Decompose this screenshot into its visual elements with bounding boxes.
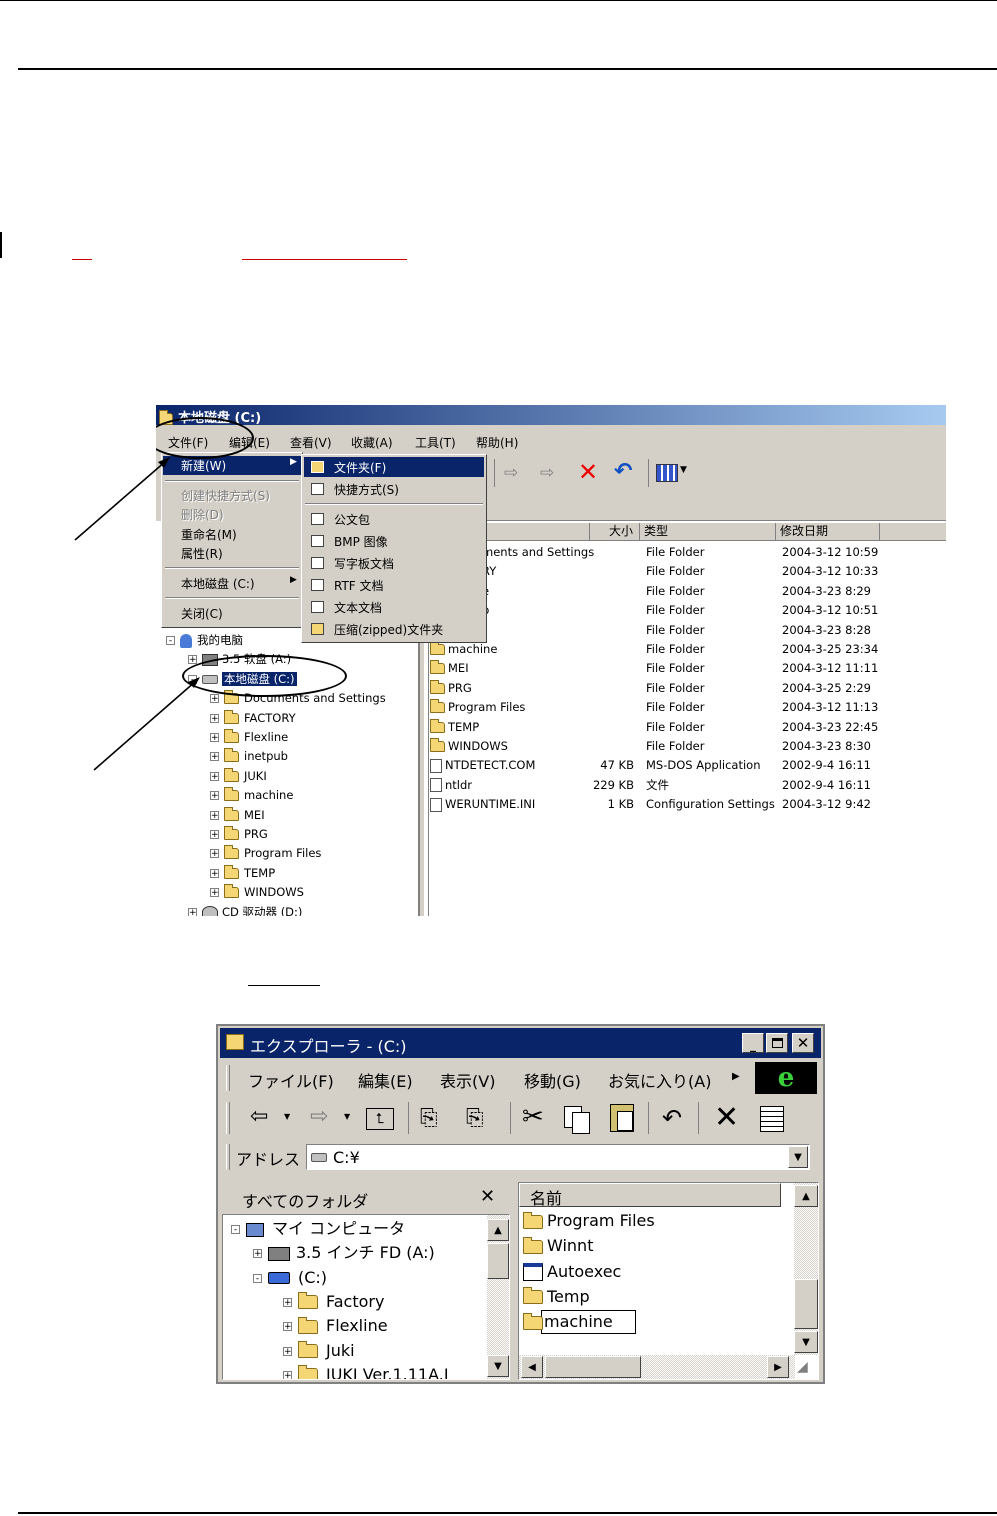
list-vscrollbar[interactable]: ▲ ▼ [794,1183,818,1355]
scroll-right-button[interactable]: ▶ [767,1356,789,1378]
scroll-up-button[interactable]: ▲ [487,1219,509,1241]
paste-icon[interactable] [610,1104,634,1132]
minimize-button[interactable]: _ [742,1033,764,1053]
toolbar: ⇦ ▼ ⇨ ▼ ⮤ ⎘ ⎘ ✂ ↶ ✕ [220,1096,821,1140]
list-header-name[interactable]: 名前 [519,1183,781,1208]
window-title: エクスプローラ - (C:) [250,1037,407,1056]
properties-icon[interactable] [760,1106,784,1132]
delete-icon[interactable]: ✕ [714,1100,739,1135]
title-bar: エクスプローラ - (C:) _ ✕ [220,1028,821,1058]
list-item[interactable]: machine [523,1310,636,1335]
folders-pane: すべてのフォルダ ✕ - マイ コンピュータ +3.5 インチ FD (A:) - (C… [222,1182,510,1380]
folder-icon [298,1365,318,1379]
tree-label: Factory [326,1291,385,1311]
collapse-icon[interactable]: - [231,1225,240,1235]
expand-icon[interactable]: + [283,1297,292,1307]
file-name: Temp [547,1286,590,1306]
file-name: Program Files [547,1211,655,1230]
rename-input[interactable]: machine [541,1310,636,1335]
tree-folder[interactable]: + Flexline [283,1314,388,1338]
scroll-left-button[interactable]: ◀ [521,1356,543,1378]
floppy-icon [268,1246,290,1261]
scroll-up-button[interactable]: ▲ [794,1185,818,1207]
scroll-down-button[interactable]: ▼ [794,1331,818,1353]
close-button[interactable]: ✕ [792,1033,814,1053]
tree-my-computer[interactable]: - マイ コンピュータ [231,1217,405,1241]
scroll-thumb[interactable] [545,1356,641,1378]
expand-icon[interactable]: + [283,1322,292,1332]
address-label: アドレス [236,1150,301,1169]
file-name: Winnt [547,1236,594,1256]
resize-grip-icon[interactable]: ◢ [797,1359,808,1375]
file-name: Autoexec [547,1261,622,1281]
tree-folder[interactable]: + JUKI Ver.1.11A.I [283,1363,449,1379]
address-value: C:¥ [333,1148,360,1167]
map-drive-icon[interactable]: ⎘ [420,1106,438,1131]
menu-edit[interactable]: 編集(E) [358,1068,413,1092]
folder-icon [523,1236,543,1254]
address-bar: アドレス C:¥ ▼ [220,1140,821,1174]
ie-logo-icon: e [755,1062,817,1094]
tree-scrollbar[interactable]: ▲ ▼ [487,1215,509,1379]
expand-icon[interactable]: + [283,1346,292,1356]
address-input[interactable]: C:¥ ▼ [306,1144,810,1170]
forward-icon[interactable]: ⇨ [310,1104,328,1129]
explorer-window-jp: エクスプローラ - (C:) _ ✕ ファイル(F) 編集(E) 表示(V) 移… [216,1024,825,1384]
folder-icon [298,1341,318,1358]
cut-icon[interactable]: ✂ [522,1102,544,1132]
undo-icon[interactable]: ↶ [662,1104,682,1132]
folders-pane-close-icon[interactable]: ✕ [480,1186,495,1207]
scroll-thumb[interactable] [487,1243,509,1279]
arrow-to-local-disk [93,680,197,771]
folders-tree: - マイ コンピュータ +3.5 インチ FD (A:) - (C:) + Factory +… [222,1214,510,1380]
expand-icon[interactable]: + [253,1249,262,1259]
expand-icon[interactable]: + [283,1370,292,1379]
scroll-down-button[interactable]: ▼ [487,1355,509,1377]
list-item[interactable]: Autoexec [523,1260,621,1284]
explorer-app-icon [226,1034,244,1050]
folder-icon [523,1312,543,1330]
folder-icon [523,1211,543,1229]
tree-label: JUKI Ver.1.11A.I [326,1364,449,1379]
tree-label: (C:) [298,1267,328,1287]
menu-more-icon[interactable]: ▶ [732,1071,740,1082]
menu-favorites[interactable]: お気に入り(A) [608,1068,711,1092]
forward-dropdown-icon[interactable]: ▼ [344,1112,350,1121]
drive-icon [268,1272,290,1285]
menu-file[interactable]: ファイル(F) [248,1068,334,1092]
list-item[interactable]: Program Files [523,1209,655,1233]
tree-drive-c[interactable]: - (C:) [253,1266,327,1290]
scroll-thumb[interactable] [794,1279,818,1329]
list-hscrollbar[interactable]: ◀ ▶ [519,1355,795,1379]
list-item[interactable]: Temp [523,1285,590,1309]
menu-bar: ファイル(F) 編集(E) 表示(V) 移動(G) お気に入り(A) ▶ e [220,1062,821,1094]
address-dropdown-button[interactable]: ▼ [788,1146,808,1168]
maximize-button[interactable] [766,1033,788,1053]
menu-view[interactable]: 表示(V) [440,1068,495,1092]
tree-folder[interactable]: + Juki [283,1339,355,1363]
tree-label: 3.5 インチ FD (A:) [296,1243,435,1263]
drive-icon [311,1153,327,1162]
tree-label: マイ コンピュータ [272,1219,406,1238]
back-icon[interactable]: ⇦ [250,1104,268,1129]
folder-icon [523,1287,543,1305]
contents-pane: 名前 Program Files Winnt Autoexec Temp machine… [518,1182,819,1380]
copy-icon[interactable] [564,1106,590,1134]
folder-icon [298,1292,318,1310]
menu-go[interactable]: 移動(G) [524,1068,581,1092]
arrow-to-file-menu [74,460,167,541]
folders-pane-title: すべてのフォルダ [242,1192,369,1211]
tree-folder[interactable]: + Factory [283,1290,384,1314]
tree-label: Flexline [326,1316,388,1336]
tree-label: Juki [326,1340,355,1360]
folder-icon [298,1316,318,1334]
collapse-icon[interactable]: - [253,1273,262,1283]
file-icon [523,1263,543,1282]
tree-floppy[interactable]: +3.5 インチ FD (A:) [253,1241,435,1265]
computer-icon [246,1222,264,1237]
list-item[interactable]: Winnt [523,1234,593,1258]
back-dropdown-icon[interactable]: ▼ [284,1112,290,1121]
up-folder-icon[interactable]: ⮤ [366,1108,394,1130]
disconnect-drive-icon[interactable]: ⎘ [466,1106,484,1131]
